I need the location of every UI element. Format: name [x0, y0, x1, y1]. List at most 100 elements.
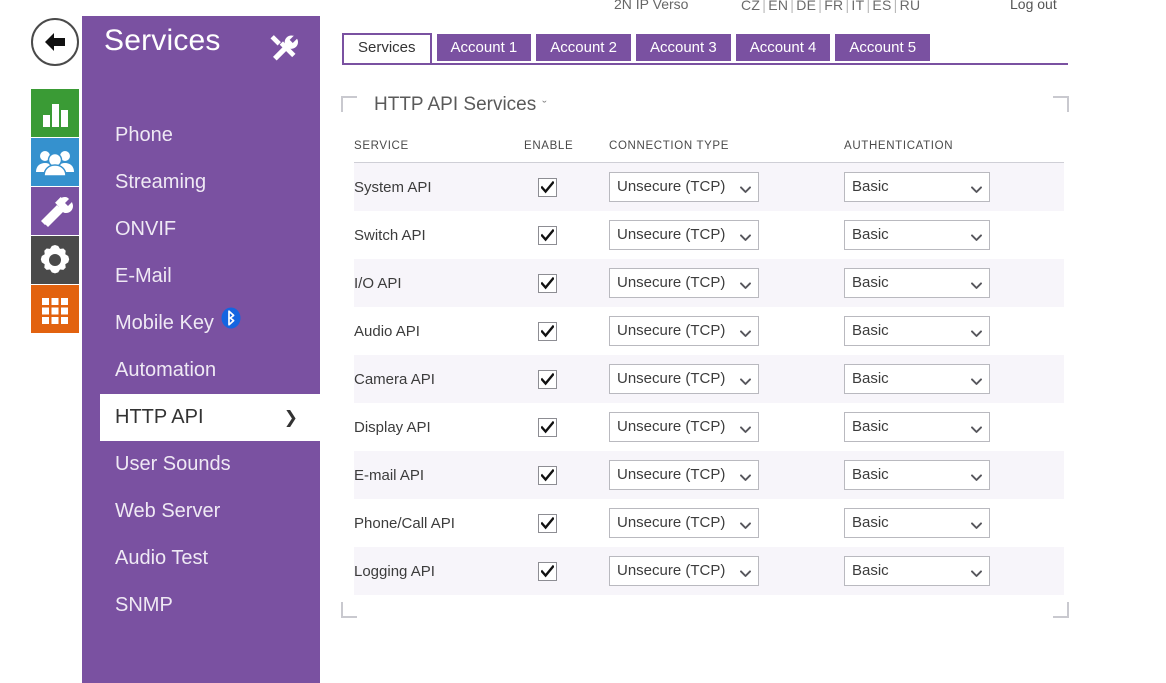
connection-type-select-wrap: Unsecure (TCP)Secure (TLS)	[609, 556, 759, 586]
enable-checkbox[interactable]	[538, 178, 557, 197]
authentication-select-wrap: NoneBasicDigest	[844, 556, 990, 586]
top-header: 2N IP Verso CZ|EN|DE|FR|IT|ES|RU Log out	[320, 0, 1166, 20]
authentication-select-wrap: NoneBasicDigest	[844, 220, 990, 250]
column-header-enable: ENABLE	[524, 140, 609, 163]
connection-type-select[interactable]: Unsecure (TCP)Secure (TLS)	[609, 412, 759, 442]
rail-icon-directory[interactable]	[31, 138, 79, 186]
enable-checkbox[interactable]	[538, 226, 557, 245]
service-name: Phone/Call API	[354, 499, 524, 547]
enable-cell	[524, 211, 609, 259]
authentication-select[interactable]: NoneBasicDigest	[844, 316, 990, 346]
enable-checkbox[interactable]	[538, 274, 557, 293]
language-fr[interactable]: FR	[824, 0, 843, 13]
enable-checkbox[interactable]	[538, 322, 557, 341]
language-de[interactable]: DE	[796, 0, 816, 13]
tab-account-1[interactable]: Account 1	[437, 34, 532, 61]
sidebar-item-snmp[interactable]: SNMP	[82, 582, 320, 629]
panel-corner-tr	[1053, 96, 1069, 112]
enable-cell	[524, 451, 609, 499]
tab-account-5[interactable]: Account 5	[835, 34, 930, 61]
language-en[interactable]: EN	[768, 0, 788, 13]
connection-type-cell: Unsecure (TCP)Secure (TLS)	[609, 307, 844, 355]
connection-type-select[interactable]: Unsecure (TCP)Secure (TLS)	[609, 172, 759, 202]
language-es[interactable]: ES	[872, 0, 891, 13]
sidebar-item-label: E-Mail	[115, 265, 172, 287]
connection-type-select[interactable]: Unsecure (TCP)Secure (TLS)	[609, 556, 759, 586]
table-body: System APIUnsecure (TCP)Secure (TLS)None…	[354, 163, 1064, 596]
connection-type-select-wrap: Unsecure (TCP)Secure (TLS)	[609, 316, 759, 346]
authentication-select[interactable]: NoneBasicDigest	[844, 268, 990, 298]
sidebar-item-user-sounds[interactable]: User Sounds	[82, 441, 320, 488]
table-row: Camera APIUnsecure (TCP)Secure (TLS)None…	[354, 355, 1064, 403]
rail-icon-apps[interactable]	[31, 285, 79, 333]
sidebar-item-phone[interactable]: Phone	[82, 112, 320, 159]
enable-cell	[524, 163, 609, 212]
tab-services[interactable]: Services	[342, 33, 432, 63]
sidebar-item-onvif[interactable]: ONVIF	[82, 206, 320, 253]
language-separator: |	[788, 0, 796, 13]
logout-link[interactable]: Log out	[1010, 0, 1057, 12]
sidebar-item-label: Mobile Key	[115, 312, 214, 334]
language-selector[interactable]: CZ|EN|DE|FR|IT|ES|RU	[741, 0, 920, 13]
connection-type-select-wrap: Unsecure (TCP)Secure (TLS)	[609, 412, 759, 442]
enable-checkbox[interactable]	[538, 514, 557, 533]
tab-account-4[interactable]: Account 4	[736, 34, 831, 61]
table-header-row: SERVICE ENABLE CONNECTION TYPE AUTHENTIC…	[354, 140, 1064, 163]
connection-type-select[interactable]: Unsecure (TCP)Secure (TLS)	[609, 316, 759, 346]
authentication-cell: NoneBasicDigest	[844, 355, 1064, 403]
service-name: Logging API	[354, 547, 524, 595]
sidebar-item-http-api[interactable]: HTTP API❯	[100, 394, 320, 441]
authentication-select[interactable]: NoneBasicDigest	[844, 412, 990, 442]
connection-type-cell: Unsecure (TCP)Secure (TLS)	[609, 211, 844, 259]
enable-cell	[524, 547, 609, 595]
tab-account-2[interactable]: Account 2	[536, 34, 631, 61]
rail-icon-services[interactable]	[31, 187, 79, 235]
sidebar-item-audio-test[interactable]: Audio Test	[82, 535, 320, 582]
sidebar-item-mobile-key[interactable]: Mobile Key	[82, 300, 320, 347]
authentication-select[interactable]: NoneBasicDigest	[844, 364, 990, 394]
language-cz[interactable]: CZ	[741, 0, 760, 13]
language-separator: |	[760, 0, 768, 13]
device-name: 2N IP Verso	[614, 0, 688, 12]
tab-underline	[342, 63, 1068, 65]
sidebar-item-web-server[interactable]: Web Server	[82, 488, 320, 535]
bluetooth-icon	[221, 300, 241, 347]
column-header-authentication: AUTHENTICATION	[844, 140, 1064, 163]
authentication-select[interactable]: NoneBasicDigest	[844, 172, 990, 202]
service-name: Display API	[354, 403, 524, 451]
authentication-cell: NoneBasicDigest	[844, 451, 1064, 499]
sidebar-item-e-mail[interactable]: E-Mail	[82, 253, 320, 300]
connection-type-select-wrap: Unsecure (TCP)Secure (TLS)	[609, 172, 759, 202]
enable-checkbox[interactable]	[538, 466, 557, 485]
connection-type-select[interactable]: Unsecure (TCP)Secure (TLS)	[609, 268, 759, 298]
back-button[interactable]	[31, 18, 79, 66]
authentication-select[interactable]: NoneBasicDigest	[844, 460, 990, 490]
language-ru[interactable]: RU	[900, 0, 921, 13]
language-separator: |	[892, 0, 900, 13]
sidebar-item-label: Automation	[115, 359, 216, 381]
connection-type-select[interactable]: Unsecure (TCP)Secure (TLS)	[609, 364, 759, 394]
chevron-down-icon: ˇ	[542, 98, 546, 113]
enable-checkbox[interactable]	[538, 418, 557, 437]
connection-type-select[interactable]: Unsecure (TCP)Secure (TLS)	[609, 220, 759, 250]
tab-account-3[interactable]: Account 3	[636, 34, 731, 61]
connection-type-select[interactable]: Unsecure (TCP)Secure (TLS)	[609, 460, 759, 490]
connection-type-cell: Unsecure (TCP)Secure (TLS)	[609, 547, 844, 595]
service-name: E-mail API	[354, 451, 524, 499]
authentication-select[interactable]: NoneBasicDigest	[844, 556, 990, 586]
authentication-select[interactable]: NoneBasicDigest	[844, 508, 990, 538]
sidebar-item-label: SNMP	[115, 594, 173, 616]
panel-title[interactable]: HTTP API Servicesˇ	[374, 94, 547, 116]
tools-icon	[262, 28, 304, 73]
sidebar-item-label: Phone	[115, 124, 173, 146]
sidebar-item-automation[interactable]: Automation	[82, 347, 320, 394]
sidebar-item-streaming[interactable]: Streaming	[82, 159, 320, 206]
enable-checkbox[interactable]	[538, 562, 557, 581]
rail-icon-system[interactable]	[31, 236, 79, 284]
enable-checkbox[interactable]	[538, 370, 557, 389]
rail-icon-status[interactable]	[31, 89, 79, 137]
connection-type-select[interactable]: Unsecure (TCP)Secure (TLS)	[609, 508, 759, 538]
authentication-select[interactable]: NoneBasicDigest	[844, 220, 990, 250]
language-it[interactable]: IT	[851, 0, 864, 13]
service-name: I/O API	[354, 259, 524, 307]
